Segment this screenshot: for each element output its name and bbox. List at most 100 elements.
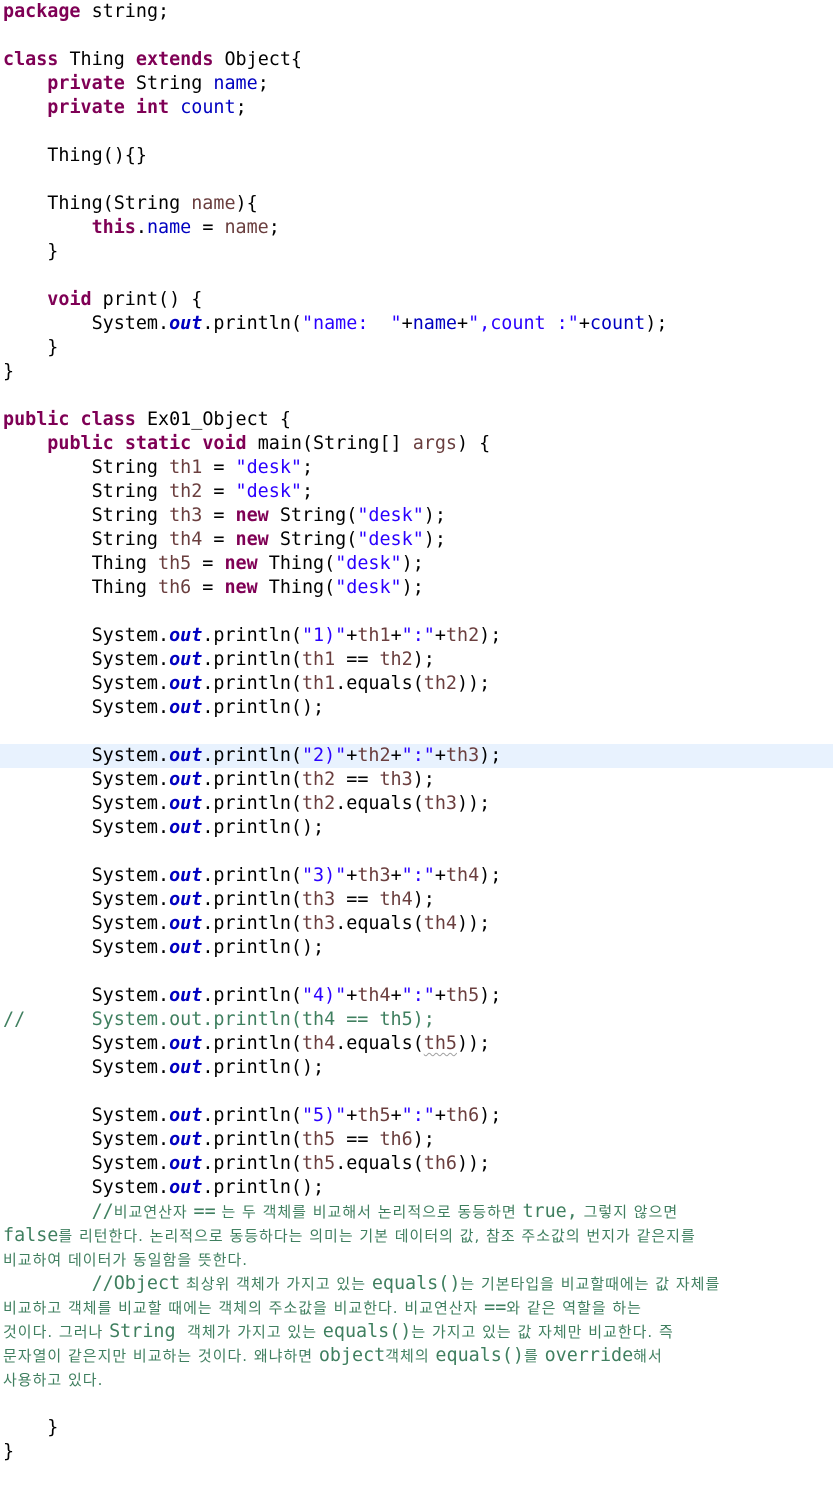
code-line[interactable]: 비교하고 객체를 비교할 때에는 객체의 주소값을 비교한다. 비교연산자 ==… bbox=[0, 1296, 833, 1320]
code-line[interactable]: System.out.println(th1 == th2); bbox=[0, 648, 833, 672]
code-token: th2 bbox=[357, 745, 391, 766]
code-line[interactable] bbox=[0, 384, 833, 408]
code-line[interactable] bbox=[0, 840, 833, 864]
code-line[interactable]: System.out.println("5)"+th5+":"+th6); bbox=[0, 1104, 833, 1128]
code-token: .println( bbox=[202, 865, 302, 886]
code-line[interactable] bbox=[0, 960, 833, 984]
code-line[interactable]: System.out.println(th5 == th6); bbox=[0, 1128, 833, 1152]
code-token: + bbox=[401, 313, 413, 334]
code-token: ":" bbox=[401, 1105, 435, 1126]
code-token: System. bbox=[3, 1057, 170, 1078]
code-token: 는 기본타입을 비교할때에는 값 자체를 bbox=[460, 1275, 721, 1293]
code-token: th6 bbox=[423, 1153, 457, 1174]
code-token: out bbox=[169, 1033, 203, 1054]
code-line[interactable]: String th2 = "desk"; bbox=[0, 480, 833, 504]
code-line[interactable]: } bbox=[0, 240, 833, 264]
code-token: args bbox=[412, 433, 458, 454]
code-line[interactable]: } bbox=[0, 336, 833, 360]
code-token: ); bbox=[412, 649, 435, 670]
code-line[interactable]: System.out.println("name: "+name+",count… bbox=[0, 312, 833, 336]
code-line[interactable]: public static void main(String[] args) { bbox=[0, 432, 833, 456]
code-line[interactable]: String th3 = new String("desk"); bbox=[0, 504, 833, 528]
code-line[interactable]: 문자열이 같은지만 비교하는 것이다. 왜냐하면 object객체의 equal… bbox=[0, 1344, 833, 1368]
code-line[interactable]: Thing th5 = new Thing("desk"); bbox=[0, 552, 833, 576]
code-line[interactable]: void print() { bbox=[0, 288, 833, 312]
code-line[interactable]: //Object 최상위 객체가 가지고 있는 equals()는 기본타입을 … bbox=[0, 1272, 833, 1296]
code-line[interactable]: System.out.println(th5.equals(th6)); bbox=[0, 1152, 833, 1176]
code-token: string; bbox=[80, 1, 170, 22]
code-token: 비교하고 객체를 비교할 때에는 객체의 주소값을 비교한다. 비교연산자 bbox=[3, 1299, 485, 1317]
code-line[interactable]: //비교연산자 == 는 두 객체를 비교해서 논리적으로 동등하면 true,… bbox=[0, 1200, 833, 1224]
code-line[interactable] bbox=[0, 120, 833, 144]
code-editor[interactable]: package string; class Thing extends Objec… bbox=[0, 0, 833, 1488]
code-line[interactable]: System.out.println(th2.equals(th3)); bbox=[0, 792, 833, 816]
code-token: String bbox=[3, 481, 170, 502]
code-token: Ex01_Object { bbox=[135, 409, 291, 430]
code-line[interactable]: class Thing extends Object{ bbox=[0, 48, 833, 72]
code-line[interactable]: System.out.println("2)"+th2+":"+th3); bbox=[0, 744, 833, 768]
code-token: .println( bbox=[202, 793, 302, 814]
code-line[interactable]: System.out.println(th3.equals(th4)); bbox=[0, 912, 833, 936]
code-token: + bbox=[346, 865, 358, 886]
code-line[interactable]: System.out.println(); bbox=[0, 696, 833, 720]
code-line[interactable] bbox=[0, 720, 833, 744]
code-token: + bbox=[390, 985, 402, 1006]
code-line[interactable]: System.out.println("1)"+th1+":"+th2); bbox=[0, 624, 833, 648]
code-line[interactable]: Thing th6 = new Thing("desk"); bbox=[0, 576, 833, 600]
code-line[interactable]: Thing(String name){ bbox=[0, 192, 833, 216]
code-token: out bbox=[169, 889, 203, 910]
code-token: ":" bbox=[401, 625, 435, 646]
code-line[interactable]: System.out.println(); bbox=[0, 816, 833, 840]
code-line[interactable]: 것이다. 그러나 String 객체가 가지고 있는 equals()는 가지고… bbox=[0, 1320, 833, 1344]
code-token: "desk" bbox=[335, 553, 402, 574]
code-line[interactable]: System.out.println(); bbox=[0, 1056, 833, 1080]
code-token: Thing( bbox=[257, 577, 336, 598]
code-token: == bbox=[335, 769, 380, 790]
code-token: Object{ bbox=[213, 49, 302, 70]
code-line[interactable]: private String name; bbox=[0, 72, 833, 96]
code-line[interactable]: System.out.println(th2 == th3); bbox=[0, 768, 833, 792]
code-line[interactable]: } bbox=[0, 1416, 833, 1440]
code-line[interactable]: System.out.println(th3 == th4); bbox=[0, 888, 833, 912]
code-line[interactable]: System.out.println(th4.equals(th5)); bbox=[0, 1032, 833, 1056]
code-line[interactable]: } bbox=[0, 360, 833, 384]
code-line[interactable] bbox=[0, 168, 833, 192]
code-token: out bbox=[169, 937, 203, 958]
code-token: .println( bbox=[202, 649, 302, 670]
code-line[interactable]: 비교하여 데이터가 동일함을 뜻한다. bbox=[0, 1248, 833, 1272]
code-line[interactable]: public class Ex01_Object { bbox=[0, 408, 833, 432]
code-line[interactable]: // System.out.println(th4 == th5); bbox=[0, 1008, 833, 1032]
code-line[interactable]: System.out.println("4)"+th4+":"+th5); bbox=[0, 984, 833, 1008]
code-line[interactable]: 사용하고 있다. bbox=[0, 1368, 833, 1392]
code-line[interactable] bbox=[0, 24, 833, 48]
code-token: th3 bbox=[169, 505, 203, 526]
code-line[interactable]: private int count; bbox=[0, 96, 833, 120]
code-line[interactable]: System.out.println(); bbox=[0, 936, 833, 960]
code-line[interactable] bbox=[0, 1080, 833, 1104]
code-line[interactable]: false를 리턴한다. 논리적으로 동등하다는 의미는 기본 데이터의 값, … bbox=[0, 1224, 833, 1248]
code-line[interactable]: System.out.println(th1.equals(th2)); bbox=[0, 672, 833, 696]
code-token: 최상위 객체가 가지고 있는 bbox=[180, 1275, 372, 1293]
code-line[interactable]: this.name = name; bbox=[0, 216, 833, 240]
code-token: th4 bbox=[423, 913, 457, 934]
code-line[interactable]: System.out.println(); bbox=[0, 1176, 833, 1200]
code-line[interactable]: String th1 = "desk"; bbox=[0, 456, 833, 480]
code-token: new bbox=[235, 505, 269, 526]
code-line[interactable]: } bbox=[0, 1440, 833, 1464]
code-line[interactable] bbox=[0, 600, 833, 624]
code-line[interactable]: System.out.println("3)"+th3+":"+th4); bbox=[0, 864, 833, 888]
code-line[interactable]: package string; bbox=[0, 0, 833, 24]
code-token: + bbox=[434, 1105, 446, 1126]
code-line[interactable] bbox=[0, 1392, 833, 1416]
code-token: ":" bbox=[401, 745, 435, 766]
code-token: .equals( bbox=[335, 673, 424, 694]
code-line[interactable] bbox=[0, 264, 833, 288]
code-token: ); bbox=[412, 889, 435, 910]
code-line[interactable]: Thing(){} bbox=[0, 144, 833, 168]
code-token: + bbox=[390, 625, 402, 646]
code-token: ; bbox=[235, 97, 247, 118]
code-token: .println( bbox=[202, 673, 302, 694]
code-line[interactable]: String th4 = new String("desk"); bbox=[0, 528, 833, 552]
